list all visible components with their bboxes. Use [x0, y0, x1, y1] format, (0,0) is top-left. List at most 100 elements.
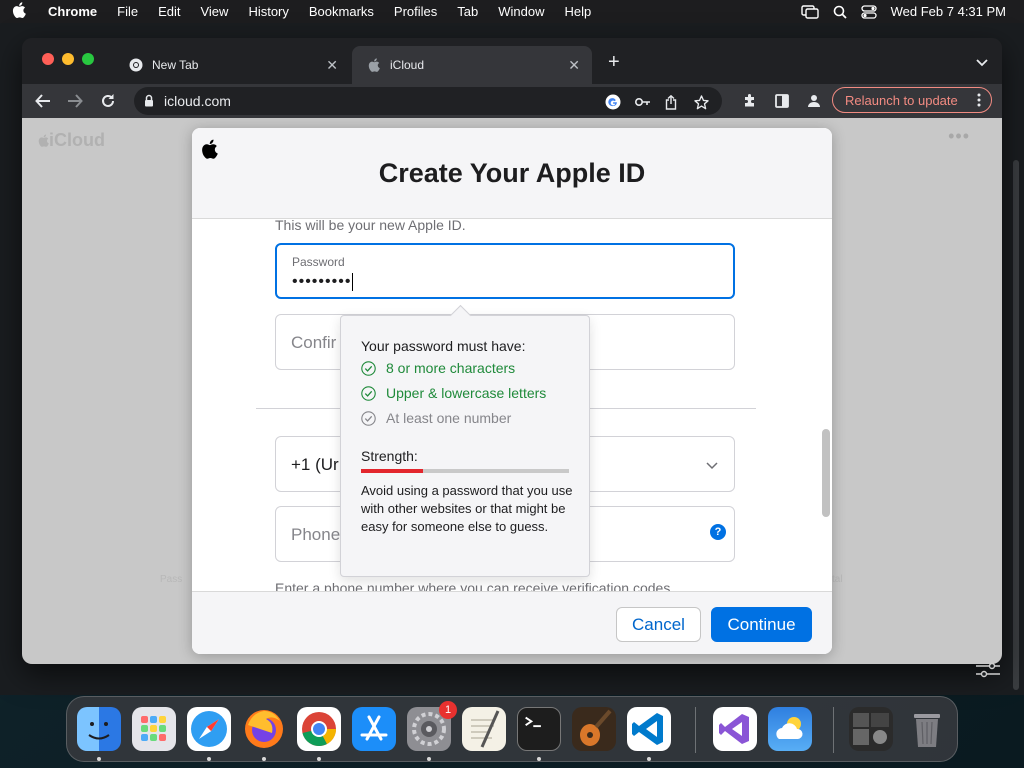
menu-app-name[interactable]: Chrome [38, 4, 107, 19]
side-panel-icon[interactable] [771, 90, 793, 112]
spotlight-search-icon[interactable] [833, 5, 847, 19]
chevron-down-icon[interactable] [706, 457, 718, 475]
profile-avatar-icon[interactable] [803, 90, 825, 112]
menu-window[interactable]: Window [488, 4, 554, 19]
requirement-text: 8 or more characters [386, 360, 516, 376]
requirement-number: At least one number [361, 410, 511, 426]
share-icon[interactable] [662, 93, 680, 111]
apple-id-hint: This will be your new Apple ID. [275, 219, 466, 233]
confirm-password-placeholder: Confir [291, 333, 337, 352]
dialog-footer: Cancel Continue [192, 591, 832, 654]
close-tab-icon[interactable]: ✕ [326, 57, 338, 74]
close-window-button[interactable] [42, 53, 54, 65]
finder-app-icon[interactable] [77, 707, 121, 751]
running-indicator-dot [207, 757, 211, 761]
menu-bookmarks[interactable]: Bookmarks [299, 4, 384, 19]
browser-toolbar: icloud.com Relaunch to update [22, 84, 1002, 118]
control-center-icon[interactable] [860, 4, 877, 19]
lock-icon[interactable] [144, 94, 154, 112]
back-button[interactable] [32, 90, 54, 112]
background-text-right: tal [832, 574, 843, 585]
menu-file[interactable]: File [107, 4, 148, 19]
safari-app-icon[interactable] [187, 707, 231, 751]
chrome-app-icon[interactable] [297, 707, 341, 751]
sliders-icon[interactable] [975, 662, 1001, 683]
dialog-scrollbar[interactable] [822, 429, 830, 517]
password-value: ••••••••• [292, 273, 352, 291]
requirement-text: At least one number [386, 410, 512, 426]
check-circle-icon [361, 360, 376, 376]
garageband-app-icon[interactable] [572, 707, 616, 751]
menu-edit[interactable]: Edit [148, 4, 190, 19]
app-store-app-icon[interactable] [352, 707, 396, 751]
google-translate-icon[interactable] [604, 93, 622, 111]
running-indicator-dot [262, 757, 266, 761]
menu-help[interactable]: Help [555, 4, 602, 19]
menu-history[interactable]: History [238, 4, 298, 19]
minimize-window-button[interactable] [62, 53, 74, 65]
password-key-icon[interactable] [634, 93, 652, 111]
check-circle-icon [361, 410, 376, 426]
tab-new-tab[interactable]: New Tab ✕ [114, 46, 350, 84]
running-indicator-dot [317, 757, 321, 761]
apple-menu-icon[interactable] [0, 1, 38, 22]
continue-button[interactable]: Continue [711, 607, 812, 642]
address-bar[interactable]: icloud.com [134, 87, 722, 115]
menubar-clock[interactable]: Wed Feb 7 4:31 PM [891, 4, 1006, 19]
password-field[interactable]: Password ••••••••• [275, 243, 735, 299]
more-vertical-icon[interactable] [977, 93, 981, 110]
chrome-window: New Tab ✕ iCloud ✕ + icloud.com Relaunch… [22, 38, 1002, 664]
tab-icloud[interactable]: iCloud ✕ [352, 46, 592, 84]
relaunch-to-update-button[interactable]: Relaunch to update [832, 87, 992, 113]
terminal-app-icon[interactable] [517, 707, 561, 751]
menu-view[interactable]: View [190, 4, 238, 19]
menu-profiles[interactable]: Profiles [384, 4, 447, 19]
screenshot-stack-icon[interactable] [849, 707, 893, 751]
dock-separator [695, 707, 696, 753]
url-text[interactable]: icloud.com [164, 93, 231, 109]
system-settings-app-icon[interactable]: 1 [407, 701, 457, 751]
forward-button[interactable] [64, 90, 86, 112]
textedit-app-icon[interactable] [462, 707, 506, 751]
password-requirements-popover: Your password must have: 8 or more chara… [340, 304, 590, 577]
weather-app-icon[interactable] [768, 707, 812, 751]
menu-bar: Chrome File Edit View History Bookmarks … [0, 0, 1024, 23]
more-horizontal-icon[interactable]: ••• [948, 126, 970, 147]
country-code-value: +1 (Ur [291, 455, 339, 474]
phone-number-placeholder: Phone [291, 525, 341, 544]
chrome-icon [128, 57, 144, 73]
menu-tab[interactable]: Tab [447, 4, 488, 19]
password-label: Password [292, 255, 345, 269]
phone-number-hint: Enter a phone number where you can recei… [275, 580, 671, 591]
visual-studio-app-icon[interactable] [713, 707, 757, 751]
vscode-app-icon[interactable] [627, 707, 671, 751]
tab-strip: New Tab ✕ iCloud ✕ + [22, 38, 1002, 84]
requirement-text: Upper & lowercase letters [386, 385, 547, 401]
strength-meter-fill [361, 469, 424, 473]
dialog-header: Create Your Apple ID [192, 128, 832, 219]
notification-badge: 1 [439, 701, 457, 719]
tab-title: iCloud [390, 58, 425, 72]
strength-label: Strength: [361, 448, 418, 464]
password-input[interactable]: ••••••••• [292, 273, 354, 291]
bookmark-star-icon[interactable] [692, 93, 710, 111]
close-tab-icon[interactable]: ✕ [568, 57, 580, 74]
running-indicator-dot [537, 757, 541, 761]
tab-search-icon[interactable] [976, 54, 988, 72]
extensions-puzzle-icon[interactable] [739, 90, 761, 112]
zoom-window-button[interactable] [82, 53, 94, 65]
text-caret [352, 273, 354, 291]
icloud-logo-text: iCloud [49, 130, 105, 150]
screen-mirroring-icon[interactable] [800, 4, 819, 19]
tab-title: New Tab [152, 58, 199, 72]
launchpad-app-icon[interactable] [132, 707, 176, 751]
desktop-scrollbar[interactable] [1013, 160, 1019, 690]
requirement-length: 8 or more characters [361, 360, 515, 376]
cancel-button[interactable]: Cancel [616, 607, 701, 642]
running-indicator-dot [647, 757, 651, 761]
trash-icon[interactable] [905, 707, 949, 751]
reload-button[interactable] [97, 90, 119, 112]
help-icon[interactable]: ? [710, 524, 726, 540]
new-tab-button[interactable]: + [608, 52, 620, 72]
firefox-app-icon[interactable] [242, 707, 286, 751]
